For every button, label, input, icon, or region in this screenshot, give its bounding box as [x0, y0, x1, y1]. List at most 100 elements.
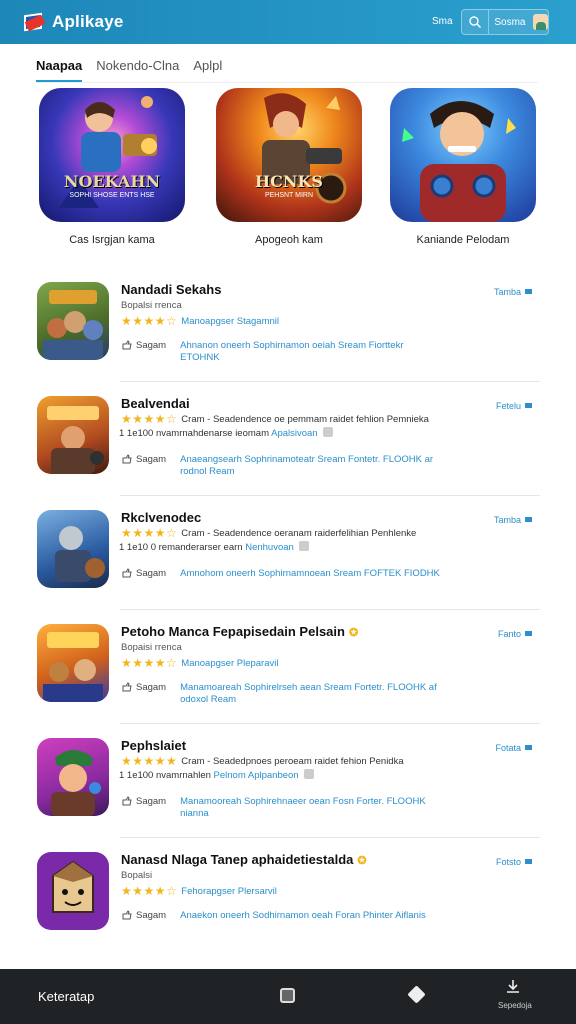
app-links[interactable]: Ahnanon oneerh Sophirnamon oeiah Sream F…: [180, 340, 440, 364]
status-badge[interactable]: Tamba: [494, 287, 532, 297]
app-title-text: Nanasd Nlaga Tanep aphaidetiestalda: [121, 852, 354, 867]
share-icon[interactable]: [121, 454, 132, 465]
featured-caption-1[interactable]: Cas Isrgjan kama: [37, 234, 187, 246]
app-rating: ★★★★☆ Fehorapgser Plersarvil: [121, 884, 277, 898]
rating-stars-icon: ★★★★☆: [121, 314, 178, 328]
app-rating: ★★★★☆ Manoapgser Stagamnil: [121, 314, 279, 328]
featured-caption-3[interactable]: Kaniande Pelodam: [388, 234, 538, 246]
app-thumbnail[interactable]: [37, 624, 109, 702]
avatar[interactable]: [533, 14, 548, 30]
rating-text: Fehorapgser Plersarvil: [181, 885, 277, 897]
list-item[interactable]: Pephslaiet ★★★★★ Cram - Seadedpnoes pero…: [0, 724, 576, 838]
featured-caption-2[interactable]: Apogeoh kam: [214, 234, 364, 246]
bottom-nav-label[interactable]: Keteratap: [38, 989, 94, 1004]
featured-art-sub-2: PEHSNT MIRN: [264, 192, 314, 199]
download-icon: [507, 980, 519, 993]
status-badge[interactable]: Fetelu: [496, 401, 532, 411]
app-rating: ★★★★☆ Cram - Seadendence oe pemmam raide…: [121, 412, 429, 426]
rating-stars-icon: ★★★★☆: [121, 526, 178, 540]
status-badge[interactable]: Fotata: [495, 743, 532, 753]
extra-link[interactable]: Pelnom Aplpanbeon: [214, 770, 299, 781]
save-label[interactable]: Sagam: [136, 568, 166, 579]
app-thumbnail[interactable]: [37, 282, 109, 360]
share-icon[interactable]: [121, 340, 132, 351]
save-label[interactable]: Sagam: [136, 682, 166, 693]
app-thumbnail[interactable]: [37, 510, 109, 588]
app-footer: Sagam Manamooreah Sophirehnaeer oean Fos…: [121, 796, 440, 820]
badge-dot-icon: [525, 631, 532, 636]
user-label[interactable]: Sosma: [494, 17, 525, 28]
download-button[interactable]: Sepedoja: [498, 979, 532, 1010]
rating-stars-icon: ★★★★☆: [121, 656, 178, 670]
list-item[interactable]: Bealvendai ★★★★☆ Cram - Seadendence oe p…: [0, 382, 576, 496]
featured-card-1[interactable]: NOEKAHN SOPHI SHOSE ENTS HSE Cas Isrgjan…: [37, 88, 187, 246]
app-thumbnail[interactable]: [37, 738, 109, 816]
app-rating: ★★★★★ Cram - Seadedpnoes peroeam raidet …: [121, 754, 404, 768]
save-label[interactable]: Sagam: [136, 910, 166, 921]
rating-stars-icon: ★★★★☆: [121, 884, 178, 898]
tab-1[interactable]: Nokendo-Clna: [96, 58, 179, 83]
chip-icon: [304, 769, 315, 779]
share-icon[interactable]: [121, 682, 132, 693]
app-links[interactable]: Amnohom oneerh Sophirnamnoean Sream FOFT…: [180, 568, 440, 580]
featured-card-2[interactable]: HCNKS PEHSNT MIRN Apogeoh kam: [214, 88, 364, 246]
featured-art-1[interactable]: NOEKAHN SOPHI SHOSE ENTS HSE: [39, 88, 185, 222]
search-icon[interactable]: [462, 10, 490, 34]
share-icon[interactable]: [121, 796, 132, 807]
verified-icon: ✪: [348, 627, 359, 639]
tab-2[interactable]: Aplpl: [193, 58, 222, 83]
rating-stars-icon: ★★★★☆: [121, 412, 178, 426]
app-extra: 1 1e10 0 remanderarser earn Nenhuvoan: [119, 541, 310, 553]
rating-stars-icon: ★★★★★: [121, 754, 178, 768]
extra-link[interactable]: Nenhuvoan: [245, 542, 294, 553]
app-links[interactable]: Manamoareah Sophirelrseh aean Sream Fort…: [180, 682, 440, 706]
tab-0[interactable]: Naapaa: [36, 58, 83, 83]
status-badge[interactable]: Tamba: [494, 515, 532, 525]
list-item[interactable]: Rkclvenodec ★★★★☆ Cram - Seadendence oer…: [0, 496, 576, 610]
app-subtitle: Bopaisi rrenca: [121, 642, 182, 653]
extra-text: 1 1e100 nvamrnahdenarse ieomam: [119, 428, 269, 439]
status-badge[interactable]: Fotsto: [496, 857, 532, 867]
list-item[interactable]: Petoho Manca Fepapisedain Pelsain ✪ Bopai…: [0, 610, 576, 724]
share-icon[interactable]: [121, 910, 132, 921]
app-links[interactable]: Anaeangsearh Sophrinamoteatr Sream Fonte…: [180, 454, 440, 478]
app-title[interactable]: Petoho Manca Fepapisedain Pelsain ✪: [121, 624, 358, 639]
app-title[interactable]: Bealvendai: [121, 396, 190, 411]
extra-text: 1 1e100 nvamrnahlen: [119, 770, 211, 781]
header-link[interactable]: Sma: [432, 16, 453, 27]
extra-text: 1 1e10 0 remanderarser earn: [119, 542, 243, 553]
status-badge[interactable]: Fanto: [498, 629, 532, 639]
app-title[interactable]: Rkclvenodec: [121, 510, 201, 525]
extra-link[interactable]: Apalsivoan: [271, 428, 317, 439]
badge-dot-icon: [525, 517, 532, 522]
app-thumbnail[interactable]: [37, 852, 109, 930]
app-rating: ★★★★☆ Manoapgser Pleparavil: [121, 656, 278, 670]
app-links[interactable]: Manamooreah Sophirehnaeer oean Fosn Fort…: [180, 796, 440, 820]
save-label[interactable]: Sagam: [136, 340, 166, 351]
featured-card-3[interactable]: Kaniande Pelodam: [388, 88, 538, 246]
list-item[interactable]: Nandadi Sekahs Bopalsi rrenca ★★★★☆ Mano…: [0, 268, 576, 382]
save-label[interactable]: Sagam: [136, 454, 166, 465]
app-thumbnail[interactable]: [37, 396, 109, 474]
share-icon[interactable]: [121, 568, 132, 579]
save-label[interactable]: Sagam: [136, 796, 166, 807]
app-title[interactable]: Nandadi Sekahs: [121, 282, 221, 297]
app-logo-icon[interactable]: [24, 12, 46, 32]
list-item[interactable]: Nanasd Nlaga Tanep aphaidetiestalda ✪ Bop…: [0, 838, 576, 952]
featured-art-2[interactable]: HCNKS PEHSNT MIRN: [216, 88, 362, 222]
featured-art-sub-1: SOPHI SHOSE ENTS HSE: [69, 192, 155, 199]
app-footer: Sagam Manamoareah Sophirelrseh aean Srea…: [121, 682, 440, 706]
home-square-icon[interactable]: [280, 988, 295, 1003]
app-title[interactable]: Pephslaiet: [121, 738, 186, 753]
status-badge-label: Fanto: [497, 629, 521, 639]
app-footer: Sagam Amnohom oneerh Sophirnamnoean Srea…: [121, 568, 440, 580]
app-title[interactable]: Nanasd Nlaga Tanep aphaidetiestalda ✪: [121, 852, 367, 867]
app-subtitle: Bopalsi rrenca: [121, 300, 182, 311]
featured-art-3[interactable]: [390, 88, 536, 222]
diamond-icon[interactable]: [407, 985, 426, 1004]
app-links[interactable]: Anaekon oneerh Sodhirnamon oeah Foran Ph…: [180, 910, 426, 922]
rating-text: Cram - Seadedpnoes peroeam raidet fehion…: [181, 755, 404, 767]
badge-dot-icon: [525, 403, 532, 408]
status-badge-label: Tamba: [493, 515, 521, 525]
app-title-text: Petoho Manca Fepapisedain Pelsain: [121, 624, 345, 639]
